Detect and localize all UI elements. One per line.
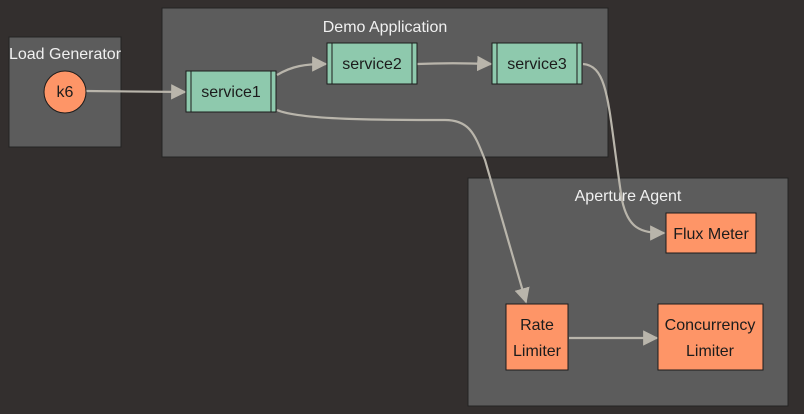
edge-k6-service1: [85, 84, 187, 100]
cluster-load-generator-label: Load Generator: [9, 46, 122, 63]
node-service2: service2: [326, 42, 418, 85]
diagram-svg: Load Generator Demo Application Aperture…: [8, 7, 789, 407]
node-concurrency-limiter: Concurrency Limiter: [657, 303, 764, 371]
node-service3-label: service3: [507, 56, 567, 73]
node-flux-meter-label: Flux Meter: [673, 226, 749, 243]
node-rate-limiter-line-1: Rate: [520, 317, 554, 334]
node-k6-label: k6: [57, 84, 74, 101]
node-concurrency-limiter-line-2: Limiter: [686, 343, 735, 360]
cluster-aperture-agent: Aperture Agent: [467, 177, 789, 407]
node-service1-label: service1: [201, 84, 261, 101]
node-rate-limiter: Rate Limiter: [505, 303, 569, 371]
edge-service2-service3: [416, 55, 493, 72]
diagram-canvas: Load Generator Demo Application Aperture…: [0, 0, 804, 414]
cluster-aperture-agent-label: Aperture Agent: [575, 188, 682, 205]
node-flux-meter: Flux Meter: [665, 212, 757, 254]
node-service3: service3: [491, 42, 583, 85]
node-service2-label: service2: [342, 56, 402, 73]
node-concurrency-limiter-line-1: Concurrency: [665, 317, 756, 334]
node-service1: service1: [185, 70, 277, 113]
node-rate-limiter-line-2: Limiter: [513, 343, 562, 360]
cluster-demo-application-label: Demo Application: [323, 19, 448, 36]
node-k6: k6: [43, 70, 87, 114]
